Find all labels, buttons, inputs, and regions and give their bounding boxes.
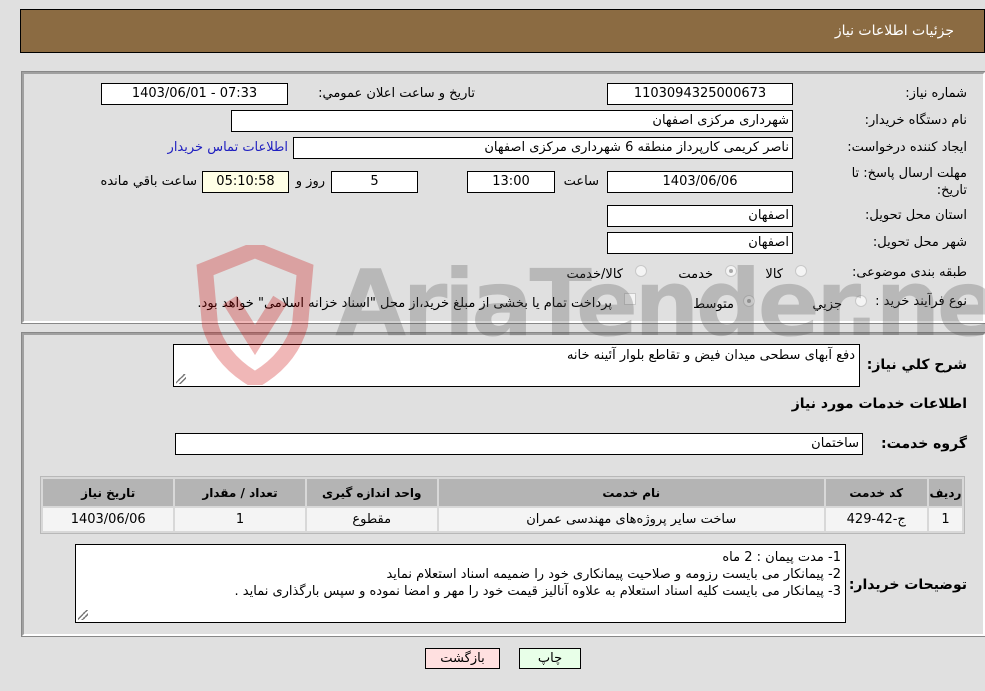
- city-label: شهر محل تحویل:: [872, 235, 967, 250]
- cell-quantity: 1: [175, 508, 305, 531]
- treasury-checkbox-label: پرداخت تمام یا بخشی از مبلغ خرید،از محل …: [197, 296, 612, 311]
- purchase-type-radio-minor[interactable]: [855, 295, 867, 307]
- description-textarea[interactable]: دفع آبهای سطحی میدان فیض و تقاطع بلوار آ…: [173, 344, 860, 387]
- buyer-notes-label: توضیحات خریدار:: [848, 577, 967, 593]
- resize-grip-icon[interactable]: [176, 374, 186, 384]
- deadline-label: مهلت ارسال پاسخ: تا تاریخ:: [851, 166, 967, 198]
- buyer-org-field: شهرداری مرکزی اصفهان: [231, 110, 793, 132]
- back-button[interactable]: بازگشت: [425, 648, 500, 669]
- buyer-note-line: 1- مدت پیمان : 2 ماه: [722, 550, 841, 565]
- cell-unit: مقطوع: [306, 508, 437, 531]
- requester-field: ناصر کریمی کارپرداز منطقه 6 شهرداری مرکز…: [293, 137, 793, 159]
- province-label: استان محل تحویل:: [865, 208, 967, 223]
- requester-label: ایجاد کننده درخواست:: [847, 140, 967, 155]
- city-field: اصفهان: [607, 232, 793, 254]
- purchase-type-label: نوع فرآیند خرید :: [875, 294, 967, 309]
- resize-grip-icon[interactable]: [78, 610, 88, 620]
- announce-datetime-label: تاریخ و ساعت اعلان عمومي:: [318, 86, 475, 101]
- buyer-notes-textarea[interactable]: 1- مدت پیمان : 2 ماه 2- پیمانکار می بایس…: [75, 544, 846, 623]
- buyer-org-label: نام دستگاه خریدار:: [864, 113, 967, 128]
- buyer-note-line: 2- پیمانکار می بایست رزومه و صلاحیت پیما…: [386, 567, 841, 582]
- col-header-service-name: نام خدمت: [438, 479, 824, 506]
- deadline-time-label: ساعت: [563, 174, 599, 189]
- category-option-goods: کالا: [765, 267, 783, 282]
- col-header-quantity: تعداد / مقدار: [175, 479, 305, 506]
- province-field: اصفهان: [607, 205, 793, 227]
- services-heading: اطلاعات خدمات مورد نیاز: [791, 396, 967, 412]
- need-number-field: 1103094325000673: [607, 83, 793, 105]
- deadline-date-field: 1403/06/06: [607, 171, 793, 193]
- announce-datetime-field: 1403/06/01 - 07:33: [101, 83, 288, 105]
- category-radio-goods-service[interactable]: [635, 265, 647, 277]
- time-remaining-label: ساعت باقي مانده: [100, 174, 197, 189]
- purchase-type-option-minor: جزيي: [812, 297, 842, 312]
- services-table: ردیف کد خدمت نام خدمت واحد اندازه گیری ت…: [40, 476, 965, 534]
- category-option-service: خدمت: [678, 267, 713, 282]
- print-button[interactable]: چاپ: [519, 648, 581, 669]
- purchase-type-option-medium: متوسط: [693, 297, 734, 312]
- treasury-checkbox[interactable]: [624, 293, 636, 305]
- description-label: شرح کلي نیاز:: [866, 357, 967, 373]
- table-row: 1 ج-42-429 ساخت سایر پروژه‌های مهندسی عم…: [43, 508, 962, 531]
- deadline-time-field: 13:00: [467, 171, 555, 193]
- page-header: جزئیات اطلاعات نیاز: [20, 9, 985, 53]
- service-group-label: گروه خدمت:: [881, 436, 967, 452]
- buyer-contact-link[interactable]: اطلاعات تماس خریدار: [168, 140, 288, 155]
- days-remaining-field: 5: [331, 171, 418, 193]
- need-number-label: شماره نیاز:: [905, 86, 967, 101]
- category-radio-service[interactable]: [725, 265, 737, 277]
- cell-service-name: ساخت سایر پروژه‌های مهندسی عمران: [438, 508, 824, 531]
- cell-row-number: 1: [928, 508, 962, 531]
- buyer-note-line: 3- پیمانکار می بایست کلیه اسناد استعلام …: [234, 584, 841, 599]
- purchase-type-radio-medium[interactable]: [743, 295, 755, 307]
- page-title: جزئیات اطلاعات نیاز: [834, 23, 954, 39]
- col-header-row-number: ردیف: [928, 479, 962, 506]
- col-header-service-code: کد خدمت: [825, 479, 927, 506]
- col-header-need-date: تاریخ نیاز: [43, 479, 174, 506]
- description-text: دفع آبهای سطحی میدان فیض و تقاطع بلوار آ…: [566, 348, 855, 363]
- cell-need-date: 1403/06/06: [43, 508, 174, 531]
- time-remaining-field: 05:10:58: [202, 171, 289, 193]
- service-group-field: ساختمان: [175, 433, 863, 455]
- category-option-goods-service: کالا/خدمت: [566, 267, 623, 282]
- days-label: روز و: [295, 174, 325, 189]
- table-header-row: ردیف کد خدمت نام خدمت واحد اندازه گیری ت…: [43, 479, 962, 506]
- category-label: طبقه بندی موضوعی:: [851, 265, 967, 280]
- cell-service-code: ج-42-429: [825, 508, 927, 531]
- category-radio-goods[interactable]: [795, 265, 807, 277]
- col-header-unit: واحد اندازه گیری: [306, 479, 437, 506]
